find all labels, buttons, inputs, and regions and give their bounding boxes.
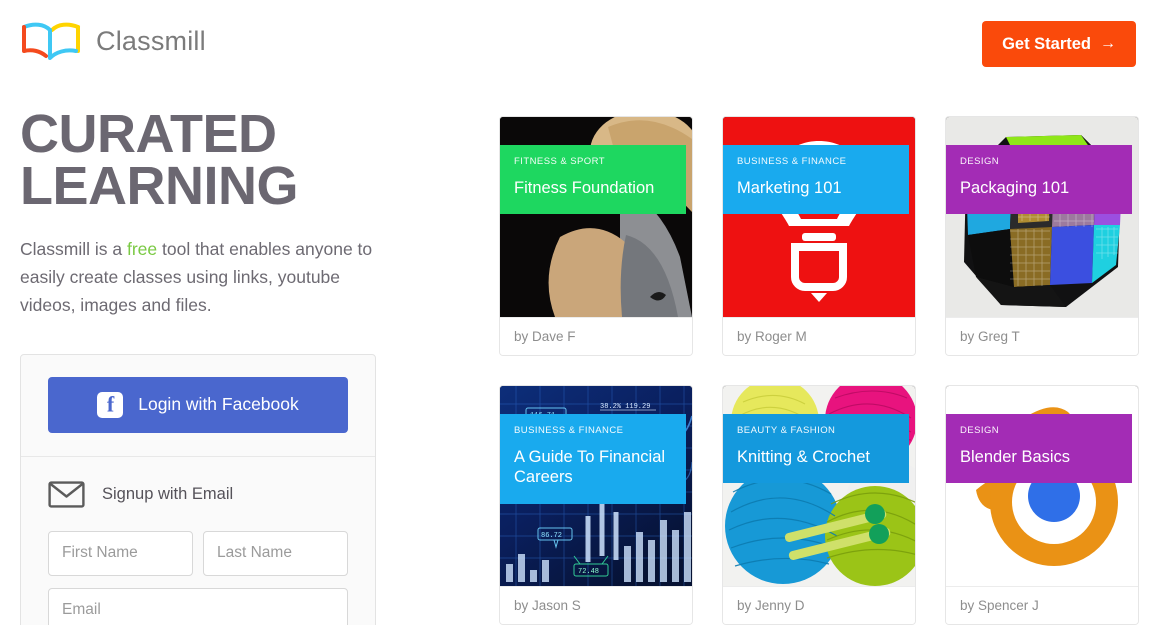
course-grid: FITNESS & SPORT Fitness Foundation by Da… [499, 116, 1144, 625]
email-signup-label: Signup with Email [102, 484, 234, 503]
course-author: by Jenny D [723, 586, 915, 624]
facebook-login-label: Login with Facebook [138, 394, 299, 415]
course-author: by Spencer J [946, 586, 1138, 624]
course-overlay: BUSINESS & FINANCE Marketing 101 [723, 145, 909, 215]
first-name-input[interactable] [48, 530, 193, 576]
course-overlay: DESIGN Packaging 101 [946, 145, 1132, 215]
course-author: by Dave F [500, 317, 692, 355]
email-signup-header: Signup with Email [48, 481, 348, 508]
hero-column: CURATED LEARNING Classmill is a free too… [20, 107, 376, 625]
course-card[interactable]: 116.71 86.72 72.48 38.2% 119.29 [499, 385, 693, 625]
course-title: Fitness Foundation [514, 179, 655, 197]
course-thumbnail: BUSINESS & FINANCE Marketing 101 [723, 117, 915, 317]
course-overlay: BEAUTY & FASHION Knitting & Crochet [723, 414, 909, 484]
course-category: BUSINESS & FINANCE [514, 425, 624, 436]
course-category: BUSINESS & FINANCE [737, 156, 847, 167]
course-card[interactable]: DESIGN Blender Basics by Spencer J [945, 385, 1139, 625]
course-title: A Guide To Financial Careers [514, 448, 666, 487]
course-card[interactable]: BUSINESS & FINANCE Marketing 101 by Roge… [722, 116, 916, 356]
free-highlight: free [126, 238, 158, 259]
course-category: BEAUTY & FASHION [737, 425, 836, 436]
site-header: Classmill Get Started → [0, 0, 1153, 88]
open-book-icon [22, 22, 80, 60]
course-category: DESIGN [960, 425, 1000, 436]
course-thumbnail: BEAUTY & FASHION Knitting & Crochet [723, 386, 915, 586]
last-name-input[interactable] [203, 530, 348, 576]
headline-line-1: CURATED [20, 104, 277, 164]
course-author: by Greg T [946, 317, 1138, 355]
envelope-icon [48, 481, 85, 508]
course-thumbnail: FITNESS & SPORT Fitness Foundation [500, 117, 692, 317]
course-overlay: DESIGN Blender Basics [946, 414, 1132, 484]
get-started-label: Get Started [1002, 34, 1091, 53]
course-title: Knitting & Crochet [737, 448, 870, 466]
landing-page: Classmill Get Started → CURATED LEARNING… [0, 0, 1153, 625]
facebook-login-section: Login with Facebook [21, 355, 375, 457]
svg-text:72.48: 72.48 [578, 568, 599, 576]
course-card[interactable]: BEAUTY & FASHION Knitting & Crochet by J… [722, 385, 916, 625]
svg-text:86.72: 86.72 [541, 532, 562, 540]
page-title: CURATED LEARNING [20, 107, 376, 217]
name-fields-row [48, 530, 348, 576]
course-thumbnail: DESIGN Blender Basics [946, 386, 1138, 586]
signup-card: Login with Facebook Signup with Email [20, 353, 376, 625]
hero-description: Classmill is a free tool that enables an… [20, 235, 376, 320]
facebook-login-button[interactable]: Login with Facebook [48, 376, 348, 433]
course-author: by Jason S [500, 586, 692, 624]
arrow-right-icon: → [1100, 35, 1116, 52]
course-category: FITNESS & SPORT [514, 156, 606, 167]
facebook-f-icon [97, 391, 124, 418]
course-category: DESIGN [960, 156, 1000, 167]
course-thumbnail: 116.71 86.72 72.48 38.2% 119.29 [500, 386, 692, 586]
course-card[interactable]: DESIGN Packaging 101 by Greg T [945, 116, 1139, 356]
brand-name: Classmill [96, 25, 206, 56]
get-started-button[interactable]: Get Started → [982, 21, 1136, 67]
course-title: Marketing 101 [737, 179, 842, 197]
email-signup-section: Signup with Email [21, 457, 375, 625]
course-title: Blender Basics [960, 448, 1071, 466]
email-input[interactable] [48, 587, 348, 625]
course-thumbnail: DESIGN Packaging 101 [946, 117, 1138, 317]
course-title: Packaging 101 [960, 179, 1070, 197]
headline-line-2: LEARNING [20, 156, 299, 217]
course-card[interactable]: FITNESS & SPORT Fitness Foundation by Da… [499, 116, 693, 356]
course-overlay: FITNESS & SPORT Fitness Foundation [500, 145, 686, 215]
course-author: by Roger M [723, 317, 915, 355]
brand-logo[interactable]: Classmill [20, 18, 206, 64]
description-part-1: Classmill is a [20, 238, 127, 259]
course-overlay: BUSINESS & FINANCE A Guide To Financial … [500, 414, 686, 504]
